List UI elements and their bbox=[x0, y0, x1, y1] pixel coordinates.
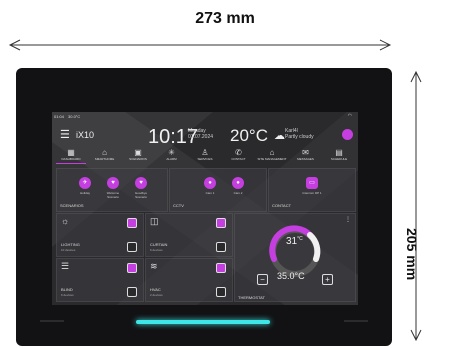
home-icon: ⌂ bbox=[102, 148, 107, 157]
scenario-goodbye-button[interactable]: ♥ bbox=[135, 177, 147, 189]
nav-scenarios[interactable]: ▣ SCENARIOS bbox=[123, 148, 153, 164]
hvac-toggle[interactable] bbox=[216, 263, 226, 273]
bulb-icon: ☼ bbox=[61, 216, 70, 226]
services-icon: ♙ bbox=[201, 148, 209, 157]
hvac-count: 2 devices bbox=[150, 293, 163, 297]
cam-label: Cam 1 bbox=[205, 191, 215, 195]
cctv-title: CCTV bbox=[173, 203, 184, 208]
nav-smarthome[interactable]: ⌂ SMARTHOME bbox=[90, 148, 120, 164]
scenario-welcome-button[interactable]: ♥ bbox=[107, 177, 119, 189]
weather-info: Karl4l Partly cloudy bbox=[285, 128, 314, 140]
hvac-card[interactable]: ≋ HVAC 2 devices bbox=[145, 258, 233, 302]
thermostat-title: THERMOSTAT bbox=[238, 295, 265, 300]
cloud-icon: ☁ bbox=[274, 130, 285, 142]
cam-label: Cam 2 bbox=[233, 191, 243, 195]
curtain-detail-button[interactable] bbox=[216, 242, 226, 252]
blind-title: BLIND bbox=[61, 287, 73, 292]
temp-unit: °C bbox=[297, 236, 303, 242]
height-dimension-label: 205 mm bbox=[404, 228, 420, 281]
blind-toggle[interactable] bbox=[127, 263, 137, 273]
touch-screen: 01:04 30.0°C ◠ ☰ iX10 10:17 Monday 01.07… bbox=[52, 112, 358, 305]
app-name: iX10 bbox=[76, 130, 95, 140]
nav-label: ALARM bbox=[166, 157, 177, 161]
date-value: 01.07.2024 bbox=[188, 134, 214, 140]
contact-icon: ✆ bbox=[235, 148, 242, 157]
status-bar: 01:04 30.0°C bbox=[54, 114, 80, 119]
cctv-card: ● Cam 1 ● Cam 2 CCTV bbox=[169, 168, 267, 212]
intercom-label: Intercom DP 1 bbox=[302, 191, 322, 195]
profile-avatar[interactable] bbox=[342, 129, 353, 140]
lighting-title: LIGHTING bbox=[61, 242, 80, 247]
decrease-temp-button[interactable]: − bbox=[257, 274, 268, 285]
nav-label: SCHEDULE bbox=[330, 157, 348, 161]
cam-2-button[interactable]: ● bbox=[232, 177, 244, 189]
more-options-icon[interactable]: ⋮ bbox=[345, 216, 351, 223]
status-time: 01:04 bbox=[54, 114, 65, 119]
clock-date: Monday 01.07.2024 bbox=[188, 128, 213, 140]
curtain-icon: ◫ bbox=[150, 216, 159, 226]
nav-schedule[interactable]: ▤ SCHEDULE bbox=[324, 148, 354, 164]
current-temp-value: 31 bbox=[286, 236, 298, 247]
scenarios-card: ✈ Holiday ♥ Welcome Scenario ♥ Goodbye S… bbox=[56, 168, 168, 212]
nav-label: SCENARIOS bbox=[129, 157, 147, 161]
blind-icon: ☰ bbox=[61, 261, 70, 271]
alarm-icon: ✳ bbox=[168, 148, 175, 157]
lighting-toggle[interactable] bbox=[127, 218, 137, 228]
curtain-count: 6 devices bbox=[150, 248, 163, 252]
bezel-mark-right bbox=[344, 320, 368, 322]
thermostat-card: ⋮ − + THERMOSTAT bbox=[234, 213, 356, 302]
curtain-toggle[interactable] bbox=[216, 218, 226, 228]
hvac-title: HVAC bbox=[150, 287, 161, 292]
outdoor-temperature: 20°C bbox=[230, 126, 268, 145]
nav-contact[interactable]: ✆ CONTACT bbox=[224, 148, 254, 164]
hvac-icon: ≋ bbox=[150, 261, 158, 271]
intercom-button[interactable]: ▭ bbox=[306, 177, 318, 189]
calendar-icon: ▤ bbox=[335, 148, 343, 157]
nav-dashboard[interactable]: ▦ DASHBOARD bbox=[56, 148, 86, 164]
bezel-mark-left bbox=[40, 320, 64, 322]
contact-card: ▭ Intercom DP 1 CONTACT bbox=[268, 168, 356, 212]
scenario-icon: ▣ bbox=[134, 148, 142, 157]
message-icon: ✉ bbox=[302, 148, 309, 157]
lighting-detail-button[interactable] bbox=[127, 242, 137, 252]
curtain-card[interactable]: ◫ CURTAIN 6 devices bbox=[145, 213, 233, 257]
nav-site-management[interactable]: ⌂ SITE MANAGEMENT bbox=[257, 148, 287, 164]
scenario-label: Welcome Scenario bbox=[106, 191, 120, 199]
blind-detail-button[interactable] bbox=[127, 287, 137, 297]
scenarios-title: SCENARIOS bbox=[60, 203, 84, 208]
nav-label: SERVICES bbox=[197, 157, 213, 161]
nav-label: SMARTHOME bbox=[94, 157, 115, 161]
nav-label: SITE MANAGEMENT bbox=[257, 157, 287, 161]
nav-messages[interactable]: ✉ MESSAGES bbox=[291, 148, 321, 164]
scenario-label: Holiday bbox=[79, 191, 90, 195]
wifi-icon: ◠ bbox=[347, 113, 352, 119]
setpoint-temperature: 35.0°C bbox=[277, 271, 305, 281]
menu-icon[interactable]: ☰ bbox=[60, 128, 70, 141]
nav-label: DASHBOARD bbox=[61, 157, 81, 161]
contact-title: CONTACT bbox=[272, 203, 292, 208]
weather-condition: Partly cloudy bbox=[285, 134, 314, 140]
cam-1-button[interactable]: ● bbox=[204, 177, 216, 189]
current-temperature: 31°C bbox=[286, 236, 303, 247]
increase-temp-button[interactable]: + bbox=[322, 274, 333, 285]
nav-label: CONTACT bbox=[231, 157, 246, 161]
lighting-card[interactable]: ☼ LIGHTING 10 devices bbox=[56, 213, 144, 257]
header: ☰ iX10 10:17 Monday 01.07.2024 20°C ☁ Ka… bbox=[52, 124, 358, 148]
led-strip bbox=[136, 320, 270, 324]
lighting-count: 10 devices bbox=[61, 248, 76, 252]
nav-alarm[interactable]: ✳ ALARM bbox=[157, 148, 187, 164]
scenario-holiday-button[interactable]: ✈ bbox=[79, 177, 91, 189]
site-icon: ⌂ bbox=[269, 148, 275, 157]
nav-services[interactable]: ♙ SERVICES bbox=[190, 148, 220, 164]
hvac-detail-button[interactable] bbox=[216, 287, 226, 297]
scenario-label: Goodbye Scenario bbox=[134, 191, 148, 199]
blind-count: 6 devices bbox=[61, 293, 74, 297]
blind-card[interactable]: ☰ BLIND 6 devices bbox=[56, 258, 144, 302]
nav-bar: ▦ DASHBOARD ⌂ SMARTHOME ▣ SCENARIOS ✳ ALARM … bbox=[56, 148, 354, 164]
curtain-title: CURTAIN bbox=[150, 242, 168, 247]
dashboard-icon: ▦ bbox=[67, 148, 75, 157]
status-temp: 30.0°C bbox=[68, 114, 81, 119]
nav-label: MESSAGES bbox=[297, 157, 314, 161]
